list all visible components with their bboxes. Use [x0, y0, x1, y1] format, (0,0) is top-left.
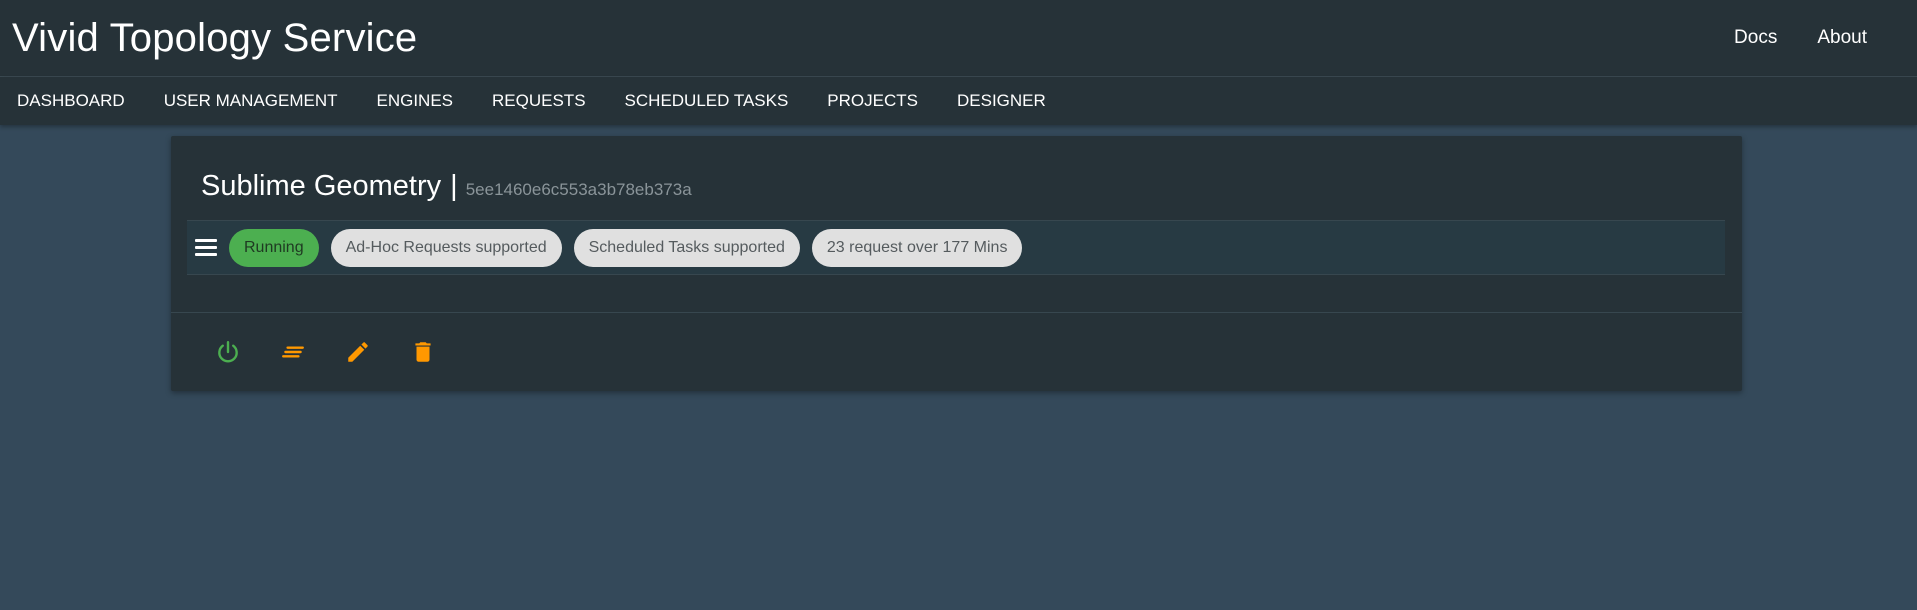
power-icon [217, 341, 238, 363]
app-title: Vivid Topology Service [12, 15, 418, 60]
card-divider [171, 312, 1742, 313]
nav-scheduled-tasks[interactable]: SCHEDULED TASKS [608, 77, 811, 125]
nav-projects[interactable]: PROJECTS [810, 77, 940, 125]
adhoc-requests-chip: Ad-Hoc Requests supported [330, 228, 562, 267]
engine-status-bar: Running Ad-Hoc Requests supported Schedu… [187, 220, 1725, 275]
edit-icon [347, 342, 368, 362]
menu-icon[interactable] [195, 236, 219, 260]
delete-icon [414, 342, 431, 362]
engine-actions [195, 332, 455, 372]
logs-icon [281, 346, 304, 358]
engine-id: 5ee1460e6c553a3b78eb373a [465, 180, 692, 199]
nav-user-management[interactable]: USER MANAGEMENT [147, 77, 360, 125]
request-stats-chip: 23 request over 177 Mins [811, 228, 1023, 267]
about-link[interactable]: About [1797, 27, 1887, 49]
edit-button[interactable] [325, 332, 390, 372]
logs-button[interactable] [260, 332, 325, 372]
engine-card: Sublime Geometry | 5ee1460e6c553a3b78eb3… [171, 136, 1742, 391]
nav-dashboard[interactable]: DASHBOARD [0, 77, 147, 125]
status-chip-running: Running [229, 228, 319, 267]
top-app-bar: Vivid Topology Service Docs About [0, 0, 1917, 77]
scheduled-tasks-chip: Scheduled Tasks supported [573, 228, 800, 267]
engine-name: Sublime Geometry [201, 170, 442, 202]
delete-button[interactable] [390, 332, 455, 372]
nav-requests[interactable]: REQUESTS [475, 77, 608, 125]
main-nav: DASHBOARD USER MANAGEMENT ENGINES REQUES… [0, 77, 1917, 125]
docs-link[interactable]: Docs [1714, 27, 1797, 49]
engine-header: Sublime Geometry | 5ee1460e6c553a3b78eb3… [201, 170, 692, 203]
power-button[interactable] [195, 332, 260, 372]
top-links: Docs About [1714, 27, 1905, 49]
nav-engines[interactable]: ENGINES [359, 77, 475, 125]
nav-designer[interactable]: DESIGNER [940, 77, 1068, 125]
title-separator: | [450, 170, 458, 202]
